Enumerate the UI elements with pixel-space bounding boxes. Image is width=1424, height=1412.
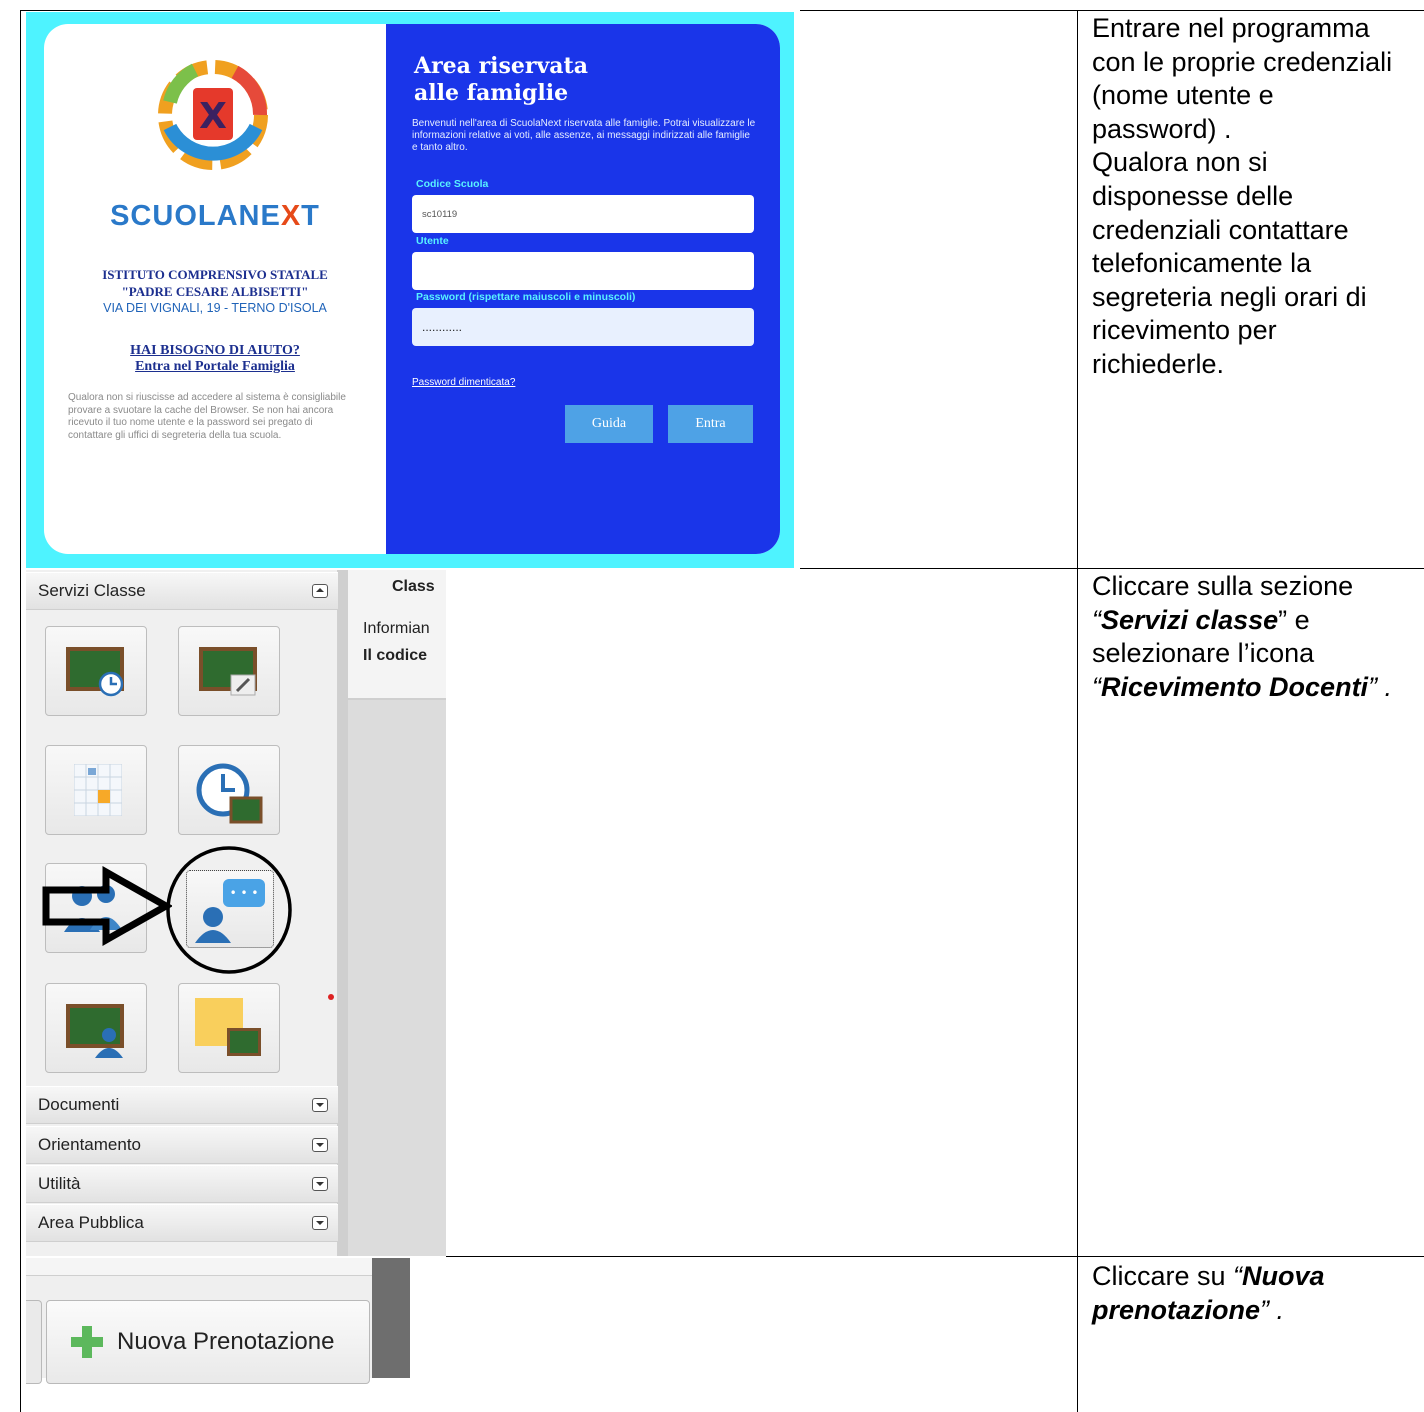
plus-icon	[71, 1326, 103, 1358]
password-label: Password (rispettare maiuscoli e minusco…	[416, 291, 636, 303]
scuolanext-brand: SCUOLANEXT	[110, 200, 320, 232]
enter-button[interactable]: Entra	[668, 405, 753, 443]
pane-title: Class	[392, 578, 435, 595]
tile-teacher-board-icon[interactable]	[45, 983, 147, 1073]
table-row-divider-2	[446, 1256, 1424, 1257]
school-code-input[interactable]: sc10119	[412, 195, 754, 233]
collapse-icon[interactable]	[312, 584, 328, 598]
school-code-label: Codice Scuola	[416, 178, 489, 190]
tile-notes-icon[interactable]	[178, 983, 280, 1073]
expand-icon[interactable]	[312, 1177, 328, 1191]
expand-icon[interactable]	[312, 1098, 328, 1112]
portal-link[interactable]: Entra nel Portale Famiglia	[44, 359, 386, 375]
tile-registro-icon[interactable]	[45, 626, 147, 716]
table-border-top-left	[20, 10, 500, 11]
expand-icon[interactable]	[312, 1138, 328, 1152]
forgot-password-link[interactable]: Password dimenticata?	[412, 377, 515, 388]
scuolanext-logo-icon: X	[158, 60, 268, 170]
new-booking-button[interactable]: Nuova Prenotazione	[46, 1300, 370, 1384]
school-address: VIA DEI VIGNALI, 19 - TERNO D'ISOLA	[103, 301, 327, 315]
tile-schedule-icon[interactable]	[178, 745, 280, 835]
login-note: Qualora non si riuscisse ad accedere al …	[68, 392, 346, 441]
login-title: Area riservata alle famiglie	[414, 53, 588, 106]
school-name-line2: "PADRE CESARE ALBISETTI"	[121, 284, 309, 299]
previous-button-edge[interactable]	[26, 1300, 42, 1384]
username-input[interactable]	[412, 252, 754, 290]
table-border-left	[20, 10, 21, 1412]
menu-section-area-pubblica[interactable]: Area Pubblica	[26, 1204, 338, 1242]
content-pane-background	[348, 700, 446, 1256]
login-welcome-text: Benvenuti nell'area di ScuolaNext riserv…	[412, 118, 756, 153]
menu-scrollbar[interactable]	[338, 570, 348, 1256]
username-label: Utente	[416, 235, 449, 247]
pointer-arrow-icon	[42, 866, 172, 946]
indicator-dot	[328, 994, 334, 1000]
pane-line-2: Il codice	[363, 647, 428, 664]
instruction-1: Entrare nel programma con le proprie cre…	[1092, 13, 1393, 379]
school-name-line1: ISTITUTO COMPRENSIVO STATALE	[102, 267, 328, 282]
help-link[interactable]: HAI BISOGNO DI AIUTO?	[44, 343, 386, 359]
pane-line-1: Informian	[363, 620, 430, 637]
highlight-circle-icon	[166, 846, 292, 974]
instruction-3: Cliccare su “Nuova prenotazione” .	[1092, 1261, 1325, 1325]
table-border-top-right	[800, 10, 1424, 11]
menu-section-servizi-classe[interactable]: Servizi Classe	[26, 572, 338, 610]
guide-button[interactable]: Guida	[565, 405, 653, 443]
booking-side-panel	[372, 1258, 410, 1378]
tile-calendar-icon[interactable]	[45, 745, 147, 835]
svg-text:X: X	[199, 96, 227, 137]
booking-toolbar-top	[26, 1258, 372, 1276]
menu-section-utilita[interactable]: Utilità	[26, 1165, 338, 1203]
password-input[interactable]: ............	[412, 308, 754, 346]
menu-section-orientamento[interactable]: Orientamento	[26, 1126, 338, 1164]
table-column-divider	[1077, 10, 1078, 1412]
menu-section-documenti[interactable]: Documenti	[26, 1086, 338, 1124]
expand-icon[interactable]	[312, 1216, 328, 1230]
table-row-divider-1	[800, 568, 1424, 569]
instruction-2: Cliccare sulla sezione “Servizi classe” …	[1092, 571, 1393, 702]
tile-edit-icon[interactable]	[178, 626, 280, 716]
